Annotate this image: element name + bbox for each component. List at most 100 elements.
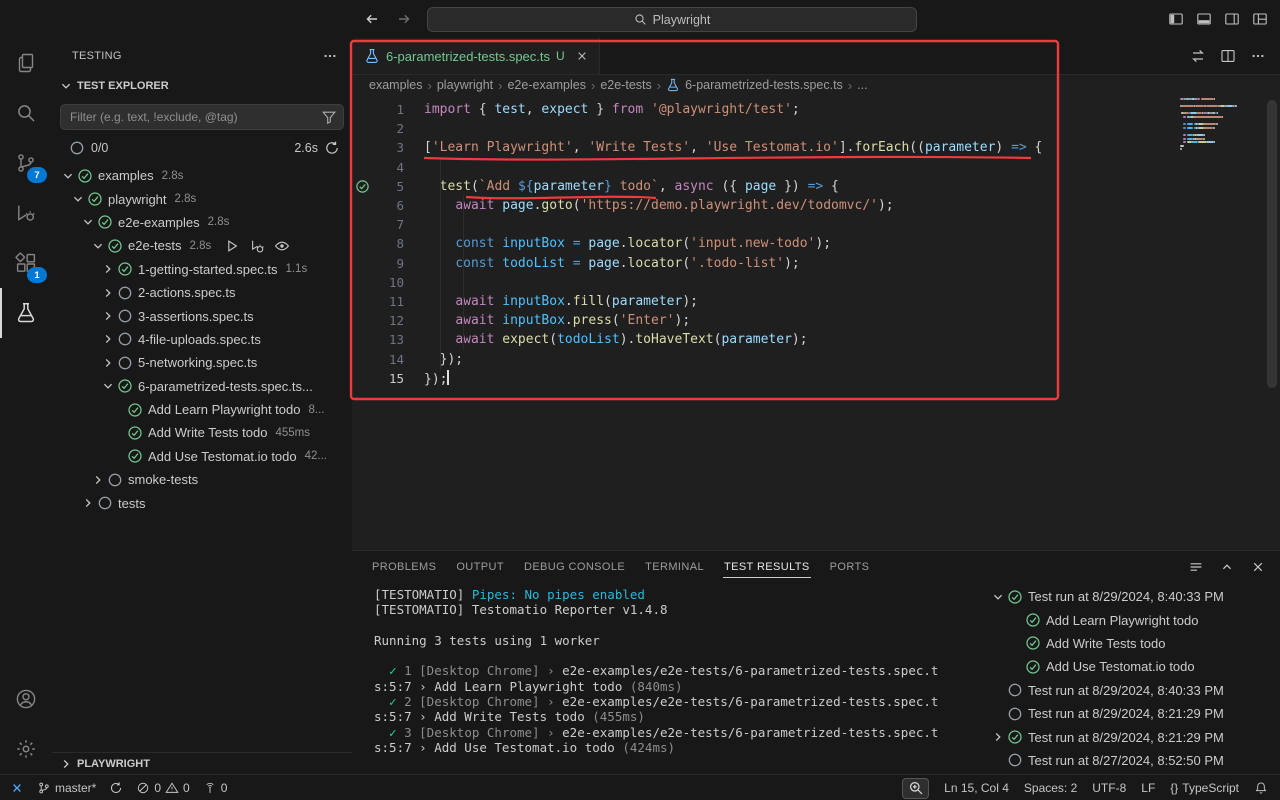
activity-testing[interactable]: [0, 288, 52, 338]
breadcrumb-file[interactable]: 6-parametrized-tests.spec.ts: [685, 78, 843, 92]
test-tree-item[interactable]: Add Write Tests todo455ms: [52, 421, 352, 444]
test-tree-item[interactable]: 4-file-uploads.spec.ts: [52, 328, 352, 351]
test-tree-item[interactable]: 3-assertions.spec.ts: [52, 304, 352, 327]
chevron-down-icon[interactable]: [100, 378, 116, 394]
test-result-item[interactable]: Test run at 8/29/2024, 8:21:29 PM: [982, 702, 1280, 725]
code-line[interactable]: 8 const inputBox = page.locator('input.n…: [352, 234, 1280, 253]
test-output[interactable]: [TESTOMATIO] Pipes: No pipes enabled[TES…: [374, 587, 974, 775]
chevron-right-icon[interactable]: [100, 285, 116, 301]
chevron-right-icon[interactable]: [100, 331, 116, 347]
editor-scrollbar[interactable]: [1267, 100, 1277, 388]
forward-icon[interactable]: [396, 11, 412, 27]
run-test-icon[interactable]: [224, 238, 240, 254]
chevron-right-icon[interactable]: [90, 472, 106, 488]
activity-search[interactable]: [0, 88, 52, 138]
code-line[interactable]: 11 await inputBox.fill(parameter);: [352, 292, 1280, 311]
split-editor-icon[interactable]: [1220, 48, 1236, 64]
test-filter-input[interactable]: [60, 104, 344, 130]
eol-status[interactable]: LF: [1141, 781, 1155, 795]
maximize-panel-icon[interactable]: [1219, 559, 1235, 575]
test-tree-item[interactable]: Add Use Testomat.io todo42...: [52, 445, 352, 468]
code-line[interactable]: 15});: [352, 369, 1280, 388]
test-tree-item[interactable]: playwright2.8s: [52, 187, 352, 210]
code-line[interactable]: 6 await page.goto('https://demo.playwrig…: [352, 196, 1280, 215]
test-result-item[interactable]: Test run at 8/29/2024, 8:21:29 PM: [982, 725, 1280, 748]
chevron-right-icon[interactable]: [100, 261, 116, 277]
panel-tab-output[interactable]: OUTPUT: [446, 551, 514, 583]
chevron-down-icon[interactable]: [990, 589, 1006, 605]
indentation-status[interactable]: Spaces: 2: [1024, 781, 1077, 795]
code-line[interactable]: 13 await expect(todoList).toHaveText(par…: [352, 330, 1280, 349]
activity-account[interactable]: [0, 674, 52, 724]
refresh-icon[interactable]: [324, 140, 340, 156]
reveal-test-icon[interactable]: [274, 238, 290, 254]
test-tree-item[interactable]: e2e-examples2.8s: [52, 211, 352, 234]
compare-changes-icon[interactable]: [1190, 48, 1206, 64]
back-icon[interactable]: [364, 11, 380, 27]
toggle-panel-icon[interactable]: [1196, 11, 1212, 27]
panel-tab-debug-console[interactable]: DEBUG CONSOLE: [514, 551, 635, 583]
panel-tab-terminal[interactable]: TERMINAL: [635, 551, 714, 583]
close-panel-icon[interactable]: [1250, 559, 1266, 575]
chevron-right-icon[interactable]: [100, 355, 116, 371]
test-result-item[interactable]: Test run at 8/27/2024, 8:52:50 PM: [982, 749, 1280, 772]
notifications[interactable]: [1254, 781, 1268, 795]
test-result-item[interactable]: Test run at 8/29/2024, 8:40:33 PM: [982, 585, 1280, 608]
breadcrumb-item[interactable]: examples: [369, 78, 423, 92]
activity-explorer[interactable]: [0, 38, 52, 88]
breadcrumb-item[interactable]: playwright: [437, 78, 493, 92]
remote-indicator[interactable]: [10, 781, 24, 795]
more-actions-icon[interactable]: [322, 48, 338, 64]
ports-status[interactable]: 0: [203, 781, 228, 795]
chevron-right-icon[interactable]: [80, 495, 96, 511]
breadcrumb-item[interactable]: e2e-examples: [507, 78, 586, 92]
tab-6-parametrized-tests[interactable]: 6-parametrized-tests.spec.ts U: [352, 38, 600, 74]
close-icon[interactable]: [575, 49, 589, 63]
cursor-position[interactable]: Ln 15, Col 4: [944, 781, 1009, 795]
panel-tab-problems[interactable]: PROBLEMS: [362, 551, 446, 583]
test-tree-item[interactable]: Add Learn Playwright todo8...: [52, 398, 352, 421]
code-line[interactable]: 5 test(`Add ${parameter} todo`, async ({…: [352, 177, 1280, 196]
activity-extensions[interactable]: 1: [0, 238, 52, 288]
test-tree-item[interactable]: examples2.8s: [52, 164, 352, 187]
language-mode[interactable]: {} TypeScript: [1170, 781, 1239, 795]
panel-tab-ports[interactable]: PORTS: [820, 551, 880, 583]
chevron-down-icon[interactable]: [80, 214, 96, 230]
code-line[interactable]: 12 await inputBox.press('Enter');: [352, 311, 1280, 330]
code-editor[interactable]: 1import { test, expect } from '@playwrig…: [352, 96, 1280, 550]
breadcrumb-item[interactable]: e2e-tests: [600, 78, 651, 92]
gutter-test-passed-icon[interactable]: [352, 179, 372, 194]
filter-icon[interactable]: [321, 109, 337, 125]
test-result-item[interactable]: Add Learn Playwright todo: [982, 608, 1280, 631]
command-center[interactable]: Playwright: [427, 7, 917, 32]
more-actions-icon[interactable]: [1250, 48, 1266, 64]
activity-source-control[interactable]: 7: [0, 138, 52, 188]
activity-settings[interactable]: [0, 724, 52, 774]
breadcrumb-symbol[interactable]: ...: [857, 78, 867, 92]
test-tree-item[interactable]: 5-networking.spec.ts: [52, 351, 352, 374]
toggle-sidebar-icon[interactable]: [1168, 11, 1184, 27]
test-tree-item[interactable]: 2-actions.spec.ts: [52, 281, 352, 304]
test-tree-item[interactable]: 1-getting-started.spec.ts1.1s: [52, 258, 352, 281]
code-line[interactable]: 9 const todoList = page.locator('.todo-l…: [352, 254, 1280, 273]
test-result-item[interactable]: Test run at 8/29/2024, 8:40:33 PM: [982, 679, 1280, 702]
code-line[interactable]: 1import { test, expect } from '@playwrig…: [352, 100, 1280, 119]
test-result-item[interactable]: Add Use Testomat.io todo: [982, 655, 1280, 678]
chevron-down-icon[interactable]: [70, 191, 86, 207]
encoding-status[interactable]: UTF-8: [1092, 781, 1126, 795]
code-line[interactable]: 4: [352, 158, 1280, 177]
code-line[interactable]: 10: [352, 273, 1280, 292]
debug-test-icon[interactable]: [249, 238, 265, 254]
code-line[interactable]: 14 });: [352, 349, 1280, 368]
code-line[interactable]: 2: [352, 119, 1280, 138]
code-line[interactable]: 7: [352, 215, 1280, 234]
activity-run-debug[interactable]: [0, 188, 52, 238]
code-line[interactable]: 3['Learn Playwright', 'Write Tests', 'Us…: [352, 138, 1280, 157]
section-test-explorer[interactable]: TEST EXPLORER: [52, 73, 352, 99]
test-tree-item[interactable]: tests: [52, 491, 352, 514]
chevron-right-icon[interactable]: [100, 308, 116, 324]
panel-tab-test-results[interactable]: TEST RESULTS: [714, 551, 820, 583]
test-result-item[interactable]: Add Write Tests todo: [982, 632, 1280, 655]
sync-status[interactable]: [109, 781, 123, 795]
test-tree-item[interactable]: e2e-tests2.8s: [52, 234, 352, 257]
